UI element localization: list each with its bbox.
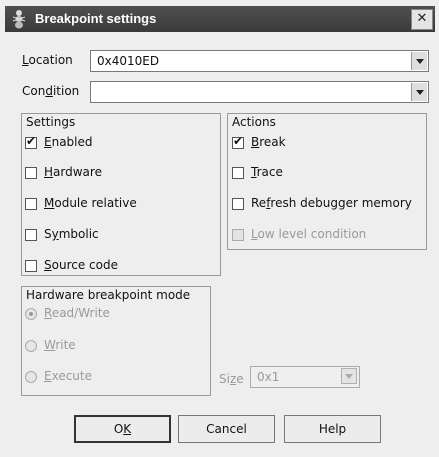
trace-label[interactable]: Trace	[251, 165, 283, 179]
module-relative-checkbox[interactable]	[25, 198, 37, 210]
location-value: 0x4010ED	[97, 54, 160, 68]
help-button[interactable]: Help	[284, 415, 381, 443]
trace-checkbox[interactable]	[232, 167, 244, 179]
hardware-checkbox[interactable]	[25, 167, 37, 179]
write-radio	[25, 340, 37, 352]
low-level-condition-label: Low level condition	[251, 227, 367, 241]
condition-label: Condition	[22, 84, 80, 98]
symbolic-label[interactable]: Symbolic	[44, 227, 99, 241]
break-checkbox[interactable]	[232, 134, 244, 149]
source-code-label[interactable]: Source code	[44, 258, 118, 272]
break-label[interactable]: Break	[251, 135, 286, 149]
cancel-button[interactable]: Cancel	[178, 415, 275, 443]
read-write-radio	[25, 308, 37, 320]
low-level-condition-checkbox	[232, 229, 244, 241]
size-combo: 0x1	[250, 366, 360, 388]
window-title: Breakpoint settings	[35, 11, 157, 26]
enabled-label[interactable]: Enabled	[44, 135, 93, 149]
source-code-checkbox[interactable]	[25, 260, 37, 272]
chevron-down-icon[interactable]	[411, 83, 427, 101]
close-button[interactable]: ✕	[411, 9, 433, 30]
module-relative-label[interactable]: Module relative	[44, 196, 137, 210]
title-bar: Breakpoint settings ✕	[5, 6, 435, 32]
enabled-checkbox[interactable]	[25, 134, 37, 149]
chevron-down-icon[interactable]	[411, 52, 427, 70]
breakpoint-settings-dialog: Breakpoint settings ✕ Location 0x4010ED …	[0, 0, 439, 457]
refresh-memory-label[interactable]: Refresh debugger memory	[251, 196, 412, 210]
actions-group-title: Actions	[232, 115, 276, 129]
symbolic-checkbox[interactable]	[25, 229, 37, 241]
condition-combo[interactable]	[90, 81, 429, 103]
ok-button[interactable]: OK	[74, 415, 171, 443]
hardware-label[interactable]: Hardware	[44, 165, 102, 179]
location-label: Location	[22, 53, 73, 67]
read-write-label: Read/Write	[44, 306, 110, 320]
close-icon: ✕	[416, 11, 428, 26]
hw-mode-group-title: Hardware breakpoint mode	[26, 288, 191, 302]
size-value: 0x1	[257, 370, 280, 384]
location-combo[interactable]: 0x4010ED	[90, 50, 429, 72]
execute-label: Execute	[44, 369, 92, 383]
chevron-down-icon	[341, 368, 357, 384]
write-label: Write	[44, 338, 76, 352]
refresh-memory-checkbox[interactable]	[232, 198, 244, 210]
size-label: Size	[219, 372, 244, 386]
execute-radio	[25, 371, 37, 383]
settings-group-title: Settings	[26, 115, 76, 129]
ant-icon	[12, 10, 26, 29]
